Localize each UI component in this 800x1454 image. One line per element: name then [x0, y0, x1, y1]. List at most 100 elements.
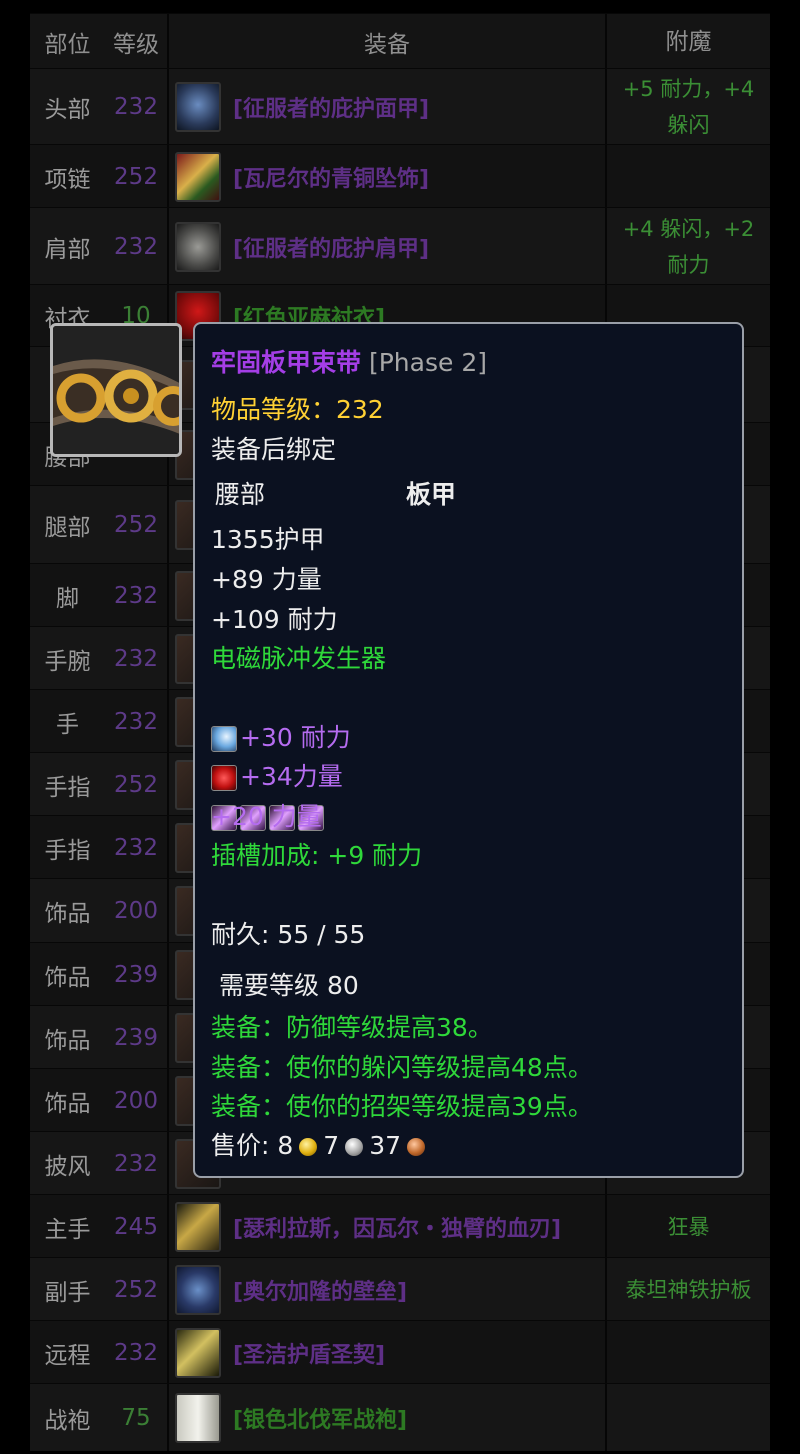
ilvl-cell: 245 — [114, 1213, 158, 1240]
table-row[interactable]: 远程 232 [圣洁护盾圣契] — [30, 1320, 770, 1384]
durability: 耐久: 55 / 55 — [211, 920, 366, 949]
equip-effect-1: 装备：防御等级提高38。 — [211, 1013, 493, 1042]
item-cell[interactable]: [瓦尼尔的青铜坠饰] — [167, 145, 607, 208]
ilvl-cell: 232 — [114, 1150, 158, 1177]
equip-effect-2: 装备：使你的躲闪等级提高48点。 — [211, 1053, 593, 1082]
ilvl-cell: 232 — [114, 708, 158, 735]
gem-line-1: +30 耐力 — [211, 723, 351, 753]
slot-cell: 饰品 — [44, 901, 91, 927]
libram-icon[interactable] — [175, 1327, 221, 1378]
table-row[interactable]: 主手 245 [瑟利拉斯，因瓦尔・独臂的血刃] 狂暴 — [30, 1194, 770, 1258]
item-cell[interactable]: [瑟利拉斯，因瓦尔・独臂的血刃] — [167, 1195, 607, 1258]
armor-value: 1355护甲 — [211, 525, 325, 554]
slot-cell: 饰品 — [44, 964, 91, 991]
slot-cell: 副手 — [44, 1279, 91, 1306]
header-ilvl: 等级 — [113, 31, 159, 58]
item-level: 物品等级：232 — [211, 395, 384, 424]
sword-icon[interactable] — [175, 1201, 221, 1252]
item-cell[interactable]: [银色北伐军战袍] — [167, 1384, 607, 1451]
table-row[interactable]: 头部 232 [征服者的庇护面甲] +5 耐力，+4 躲闪 — [30, 68, 770, 145]
sell-price: 售价: 8 7 37 — [211, 1131, 431, 1161]
shoulder-icon[interactable] — [175, 221, 221, 272]
table-row[interactable]: 副手 252 [奥尔加隆的壁垒] 泰坦神铁护板 — [30, 1257, 770, 1321]
stat-stamina: +109 耐力 — [211, 605, 338, 634]
bind-text: 装备后绑定 — [211, 435, 337, 464]
enchant-cell — [607, 1384, 770, 1451]
item-cell[interactable]: [征服者的庇护面甲] — [167, 69, 607, 145]
gem-text-2: +34力量 — [240, 762, 343, 791]
ilvl-cell: 75 — [121, 1404, 151, 1431]
equip-effect-3: 装备：使你的招架等级提高39点。 — [211, 1092, 593, 1121]
enchant-cell: +5 耐力，+4 躲闪 — [622, 77, 755, 137]
copper-coin-icon — [407, 1138, 425, 1156]
tooltip-title-line: 牢固板甲束带 [Phase 2] — [211, 348, 487, 378]
enchant-cell: +4 躲闪，+2 耐力 — [622, 216, 755, 277]
socket-bonus: 插槽加成: +9 耐力 — [211, 841, 423, 870]
table-row[interactable]: 肩部 232 [征服者的庇护肩甲] +4 躲闪，+2 耐力 — [30, 207, 770, 285]
item-cell[interactable]: [圣洁护盾圣契] — [167, 1321, 607, 1384]
ilvl-cell: 239 — [114, 1024, 158, 1051]
enchant-text: 电磁脉冲发生器 — [211, 644, 387, 673]
red-gem-icon — [211, 765, 237, 791]
item-link[interactable]: [圣洁护盾圣契] — [233, 1337, 385, 1369]
gem-text-1: +30 耐力 — [240, 723, 351, 752]
armor-type: 板甲 — [406, 480, 457, 509]
gem-line-2: +34力量 — [211, 762, 343, 792]
table-header: 部位 等级 装备 附魔 — [30, 13, 770, 69]
slot-cell: 腿部 — [44, 515, 91, 541]
enchant-cell — [607, 145, 770, 208]
ilvl-cell: 232 — [114, 645, 158, 672]
enchant-cell: 泰坦神铁护板 — [625, 1277, 752, 1302]
item-cell[interactable]: [奥尔加隆的壁垒] — [167, 1258, 607, 1321]
ilvl-cell: 239 — [114, 961, 158, 988]
ilvl-cell: 200 — [114, 1087, 158, 1114]
header-slot: 部位 — [44, 31, 91, 58]
ilvl-cell: 252 — [114, 163, 158, 190]
slot-cell: 肩部 — [44, 236, 91, 263]
item-link[interactable]: [征服者的庇护肩甲] — [233, 231, 429, 263]
stat-strength: +89 力量 — [211, 565, 322, 594]
shield-icon[interactable] — [175, 1264, 221, 1315]
item-link[interactable]: [瑟利拉斯，因瓦尔・独臂的血刃] — [233, 1211, 561, 1243]
item-cell[interactable]: [征服者的庇护肩甲] — [167, 208, 607, 285]
blue-gem-icon — [211, 726, 237, 752]
necklace-icon[interactable] — [175, 151, 221, 202]
tabard-icon[interactable] — [175, 1392, 221, 1443]
ilvl-cell: 232 — [114, 834, 158, 861]
ilvl-cell: 232 — [114, 94, 158, 120]
ilvl-cell: 252 — [114, 1276, 158, 1303]
item-link[interactable]: [瓦尼尔的青铜坠饰] — [233, 161, 429, 193]
table-row[interactable]: 战袍 75 [银色北伐军战袍] — [30, 1383, 770, 1451]
item-link[interactable]: [银色北伐军战袍] — [233, 1402, 407, 1434]
silver-coin-icon — [345, 1138, 364, 1156]
table-row[interactable]: 项链 252 [瓦尼尔的青铜坠饰] — [30, 144, 770, 208]
ilvl-cell: 232 — [114, 582, 158, 609]
sell-silver: 7 — [323, 1131, 340, 1160]
slot-cell: 手腕 — [44, 648, 91, 675]
sell-copper: 37 — [369, 1131, 401, 1160]
slot-cell: 手 — [56, 711, 79, 738]
slot-cell: 脚 — [56, 585, 79, 612]
item-tooltip: 牢固板甲束带 [Phase 2] 物品等级：232 装备后绑定 腰部 板甲 13… — [193, 322, 744, 1178]
item-phase: [Phase 2] — [368, 348, 487, 377]
slot-cell: 头部 — [44, 97, 91, 123]
slot-cell: 项链 — [44, 166, 91, 193]
header-item: 装备 — [167, 14, 607, 69]
slot-cell: 主手 — [44, 1216, 91, 1243]
item-name: 牢固板甲束带 — [211, 348, 362, 377]
sell-label: 售价: 8 — [211, 1131, 294, 1160]
item-link[interactable]: [奥尔加隆的壁垒] — [233, 1274, 407, 1306]
slot-cell: 手指 — [44, 774, 91, 801]
slot-text: 腰部 — [215, 480, 266, 509]
item-link[interactable]: [征服者的庇护面甲] — [233, 91, 429, 123]
enchant-cell — [607, 1321, 770, 1384]
gold-coin-icon — [299, 1138, 318, 1156]
slot-cell: 远程 — [44, 1342, 91, 1369]
slot-cell: 手指 — [44, 837, 91, 864]
gem-line-3: +20 力量 — [211, 802, 327, 832]
ilvl-cell: 252 — [114, 771, 158, 798]
slot-cell: 饰品 — [44, 1027, 91, 1054]
slot-cell: 战袍 — [44, 1407, 91, 1434]
helm-icon[interactable] — [175, 82, 221, 132]
required-level: 需要等级 80 — [219, 971, 359, 1000]
